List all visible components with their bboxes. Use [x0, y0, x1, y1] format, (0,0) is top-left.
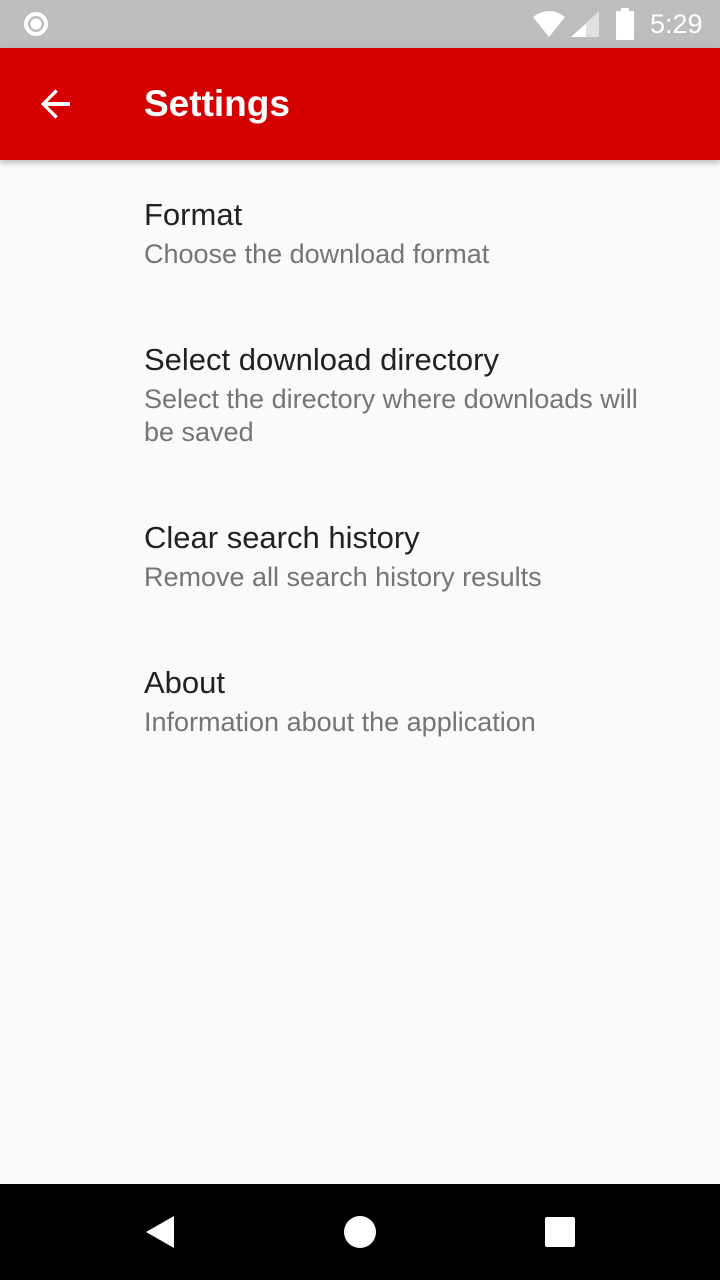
- status-bar: 5:29: [0, 0, 720, 48]
- status-time: 5:29: [650, 9, 703, 39]
- pref-title: Select download directory: [144, 342, 499, 377]
- wifi-icon: [532, 10, 566, 38]
- pref-title: Clear search history: [144, 520, 420, 555]
- pref-summary: Choose the download format: [144, 239, 490, 269]
- pref-summary: Remove all search history results: [144, 562, 542, 592]
- back-button[interactable]: [24, 72, 88, 136]
- pref-format[interactable]: Format Choose the download format: [0, 160, 720, 305]
- recents-square-icon: [545, 1217, 575, 1247]
- pref-about[interactable]: About Information about the application: [0, 628, 720, 773]
- page-title: Settings: [144, 83, 290, 124]
- pref-summary: Select the directory where downloads wil…: [144, 384, 638, 447]
- pref-summary: Information about the application: [144, 707, 536, 737]
- back-triangle-icon: [146, 1216, 174, 1248]
- nav-back-button[interactable]: [128, 1200, 192, 1264]
- battery-icon: [614, 8, 636, 40]
- nav-recents-button[interactable]: [528, 1200, 592, 1264]
- signal-icon: [570, 10, 600, 38]
- pref-title: Format: [144, 197, 243, 232]
- arrow-back-icon: [41, 89, 70, 119]
- app-bar: Settings: [0, 48, 720, 160]
- navigation-bar: [0, 1184, 720, 1280]
- pref-clear-search-history[interactable]: Clear search history Remove all search h…: [0, 483, 720, 628]
- notification-circle-icon: [22, 10, 50, 38]
- home-circle-icon: [344, 1216, 376, 1248]
- pref-download-directory[interactable]: Select download directory Select the dir…: [0, 305, 720, 483]
- pref-title: About: [144, 665, 226, 700]
- nav-home-button[interactable]: [328, 1200, 392, 1264]
